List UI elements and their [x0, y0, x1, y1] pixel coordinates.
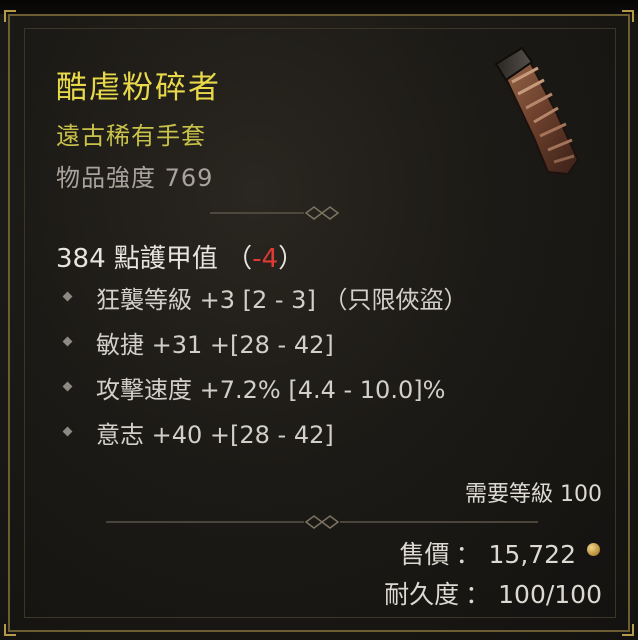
frame-corner-bottom-right: [622, 624, 634, 636]
required-level: 需要等級 100: [465, 482, 602, 507]
armor-delta-open: （: [226, 244, 253, 274]
sell-price: 售價： 15,722: [399, 535, 576, 571]
gold-coin-icon: [587, 543, 600, 556]
durability-label: 耐久度: [384, 580, 460, 609]
affix-text: 攻擊速度 +7.2% [4.4 - 10.0]%: [96, 376, 446, 404]
section-divider: [210, 206, 340, 220]
affix-text: 敏捷 +31 +[28 - 42]: [96, 331, 334, 359]
armor-value-text: 384 點護甲值: [56, 244, 218, 274]
affix-text: 意志 +40 +[28 - 42]: [96, 421, 334, 449]
sell-price-label: 售價: [399, 540, 450, 569]
frame-corner-top-left: [4, 10, 16, 22]
sell-price-colon: ：: [455, 540, 481, 569]
section-divider: [106, 515, 538, 529]
item-name: 酷虐粉碎者: [56, 70, 221, 106]
armor-value: 384 點護甲值 （-4）: [56, 238, 304, 275]
durability-value: 100/100: [498, 580, 602, 609]
gloves-icon: [494, 46, 580, 176]
sell-price-value: 15,722: [488, 540, 576, 569]
item-power: 物品強度 769: [56, 164, 214, 192]
frame-corner-top-right: [622, 10, 634, 22]
armor-delta-close: ）: [278, 244, 305, 274]
item-type: 遠古稀有手套: [56, 122, 206, 150]
durability: 耐久度： 100/100: [384, 575, 602, 611]
affix-text: 狂襲等級 +3 [2 - 3] （只限俠盜）: [96, 286, 468, 314]
tooltip-top-edge: [0, 0, 638, 14]
frame-corner-bottom-left: [4, 624, 16, 636]
item-tooltip: 酷虐粉碎者 遠古稀有手套 物品強度 769 384 點護甲值 （-4） 狂襲等級…: [0, 0, 638, 640]
armor-delta: -4: [252, 244, 279, 274]
durability-colon: ：: [465, 580, 491, 609]
